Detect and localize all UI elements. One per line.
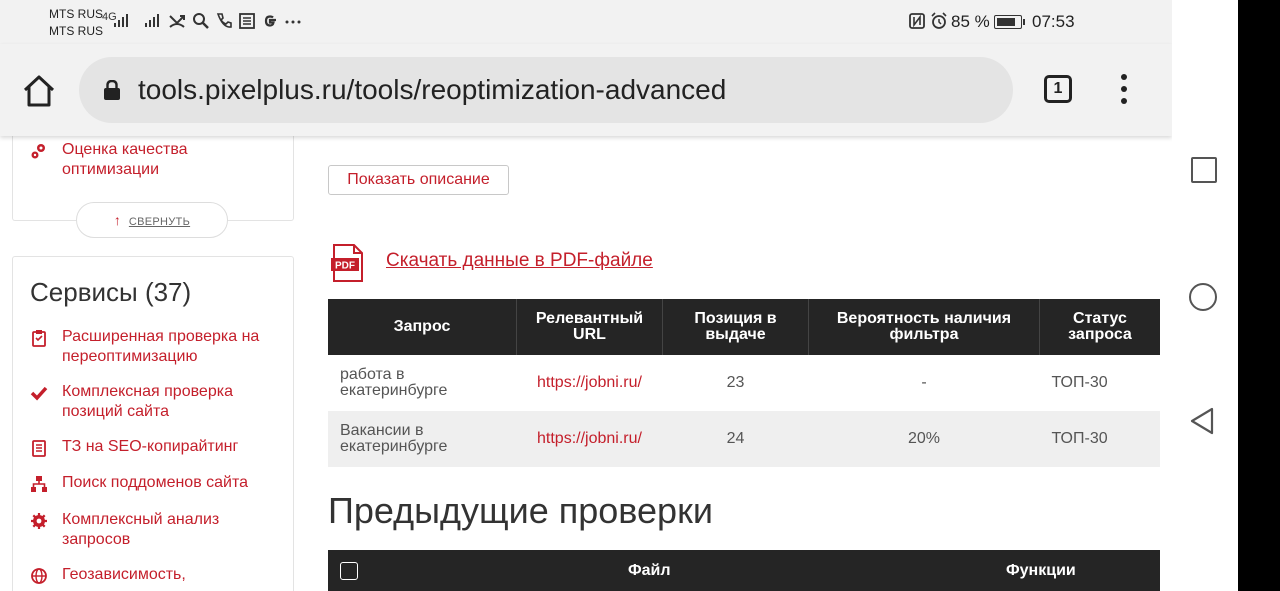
- show-description-button[interactable]: Показать описание: [328, 165, 509, 195]
- table-row: работа в екатеринбурге https://jobni.ru/…: [328, 355, 1160, 411]
- status-bar: MTS RUS MTS RUS 4G 85 % 07:53: [0, 0, 1172, 44]
- sidebar-item-label: Геозависимость,: [62, 566, 186, 583]
- filter-probability-cell: -: [921, 374, 927, 391]
- url-link[interactable]: https://jobni.ru/: [516, 411, 663, 467]
- browser-toolbar: tools.pixelplus.ru/tools/reoptimization-…: [0, 44, 1172, 136]
- battery-icon: [994, 15, 1025, 29]
- column-header: Релевантный URL: [516, 299, 663, 355]
- sidebar-item-label: Комплексная проверка позиций сайта: [62, 383, 233, 420]
- home-nav-button[interactable]: [1189, 283, 1217, 311]
- carrier-1: MTS RUS: [49, 7, 103, 21]
- filter-probability-cell: 20%: [808, 411, 1040, 467]
- google-icon: [264, 15, 276, 27]
- clipboard-icon: [32, 330, 46, 347]
- globe-icon: [31, 568, 47, 584]
- column-header: Вероятность наличия фильтра: [808, 299, 1040, 355]
- collapse-label: СВЕРНУТЬ: [128, 216, 191, 228]
- signal-icon: [114, 14, 128, 27]
- pdf-icon[interactable]: PDF: [330, 244, 364, 282]
- url-bar[interactable]: tools.pixelplus.ru/tools/reoptimization-…: [79, 57, 1013, 123]
- browser-menu-icon[interactable]: [1117, 74, 1131, 110]
- android-nav-bar: [1172, 0, 1238, 591]
- check-icon: [30, 386, 48, 401]
- functions-column-header: Функции: [1006, 562, 1076, 579]
- gears-icon: [31, 144, 45, 159]
- sitemap-icon: [31, 476, 47, 492]
- query-cell: Вакансии в екатеринбурге: [328, 411, 517, 467]
- collapse-button[interactable]: ↑ СВЕРНУТЬ: [76, 202, 228, 238]
- sidebar-item-label: Поиск поддоменов сайта: [62, 474, 249, 491]
- url-link[interactable]: https://jobni.ru/: [517, 355, 663, 411]
- svg-text:PDF: PDF: [335, 261, 355, 272]
- recents-button[interactable]: [1191, 157, 1217, 183]
- file-column-header: Файл: [628, 562, 671, 579]
- results-table: Запрос Релевантный URL Позиция в выдаче …: [328, 299, 1160, 467]
- sidebar-item-label: Расширенная проверка на переоптимизацию: [62, 328, 260, 365]
- download-pdf-link[interactable]: Скачать данные в PDF-файле: [386, 250, 653, 272]
- status-cell: ТОП-30: [1039, 411, 1160, 467]
- column-header: Запрос: [328, 299, 517, 355]
- search-icon: [193, 13, 209, 29]
- column-header: Позиция в выдаче: [662, 299, 809, 355]
- previous-checks-title: Предыдущие проверки: [328, 490, 713, 531]
- url-text: tools.pixelplus.ru/tools/reoptimization-…: [138, 74, 727, 105]
- arrow-up-icon: ↑: [113, 212, 121, 228]
- clock: 07:53: [1032, 12, 1075, 31]
- call-icon: [216, 13, 232, 28]
- signal-icon-2: [145, 14, 159, 27]
- battery-percent: 85 %: [951, 12, 990, 31]
- select-all-checkbox[interactable]: [340, 562, 358, 580]
- screen-edge: [1238, 0, 1280, 591]
- previous-checks-header: Файл Функции: [328, 550, 1160, 591]
- lock-icon: [104, 80, 120, 100]
- phone-screen: MTS RUS MTS RUS 4G 85 % 07:53 tools.pixe…: [0, 0, 1172, 591]
- document-icon: [32, 440, 46, 457]
- gear-icon: [31, 513, 47, 529]
- column-header: Статус запроса: [1039, 299, 1160, 355]
- sidebar-item-label: Комплексный анализ запросов: [62, 511, 220, 548]
- back-button[interactable]: [1189, 406, 1215, 436]
- tab-switcher-button[interactable]: 1: [1044, 75, 1072, 103]
- position-cell: 23: [726, 374, 745, 391]
- query-cell: работа в екатеринбурге: [340, 366, 448, 399]
- nfc-icon: [909, 13, 925, 29]
- position-cell: 24: [662, 411, 809, 467]
- more-notifications-icon: [285, 20, 301, 24]
- home-icon[interactable]: [22, 74, 56, 108]
- news-icon: [239, 13, 255, 29]
- status-cell: ТОП-30: [1051, 374, 1108, 391]
- services-title: Сервисы (37): [30, 277, 192, 307]
- sidebar-item-label: Оценка качества оптимизации: [62, 141, 188, 178]
- table-row: Вакансии в екатеринбурге https://jobni.r…: [328, 411, 1160, 467]
- sidebar-item-label: ТЗ на SEO-копирайтинг: [62, 438, 239, 455]
- carrier-2: MTS RUS: [49, 24, 103, 38]
- missed-call-icon: [169, 15, 185, 28]
- alarm-icon: [931, 12, 947, 29]
